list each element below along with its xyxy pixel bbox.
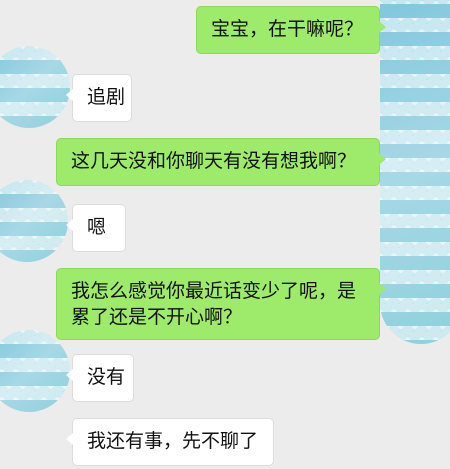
contact-avatar[interactable] [0, 330, 70, 412]
contact-avatar[interactable] [0, 46, 70, 128]
received-message[interactable]: 追剧 [66, 74, 132, 122]
sent-message[interactable]: 我怎么感觉你最近话变少了呢，是累了还是不开心啊？ [56, 268, 386, 340]
sent-message[interactable]: 这几天没和你聊天有没有想我啊？ [56, 138, 386, 186]
contact-avatar[interactable] [0, 180, 68, 262]
my-avatar[interactable] [380, 0, 450, 344]
received-message[interactable]: 我还有事，先不聊了 [66, 418, 274, 466]
sent-message[interactable]: 宝宝，在干嘛呢？ [196, 6, 386, 54]
received-message[interactable]: 没有 [66, 354, 134, 402]
received-message[interactable]: 嗯 [66, 204, 126, 252]
